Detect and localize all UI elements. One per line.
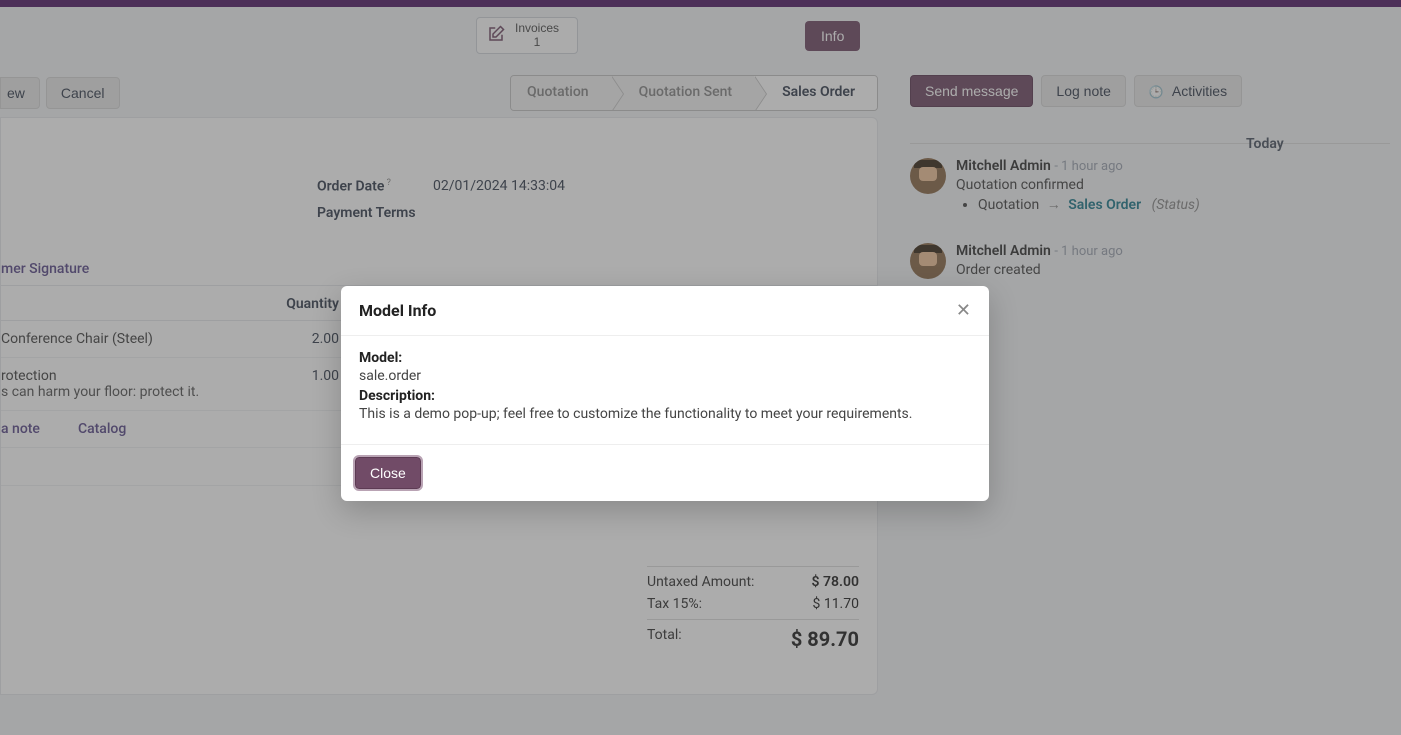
model-label: Model:: [359, 350, 971, 366]
modal-close-button[interactable]: Close: [355, 457, 421, 489]
model-info-modal: Model Info ✕ Model: sale.order Descripti…: [341, 286, 989, 501]
close-icon[interactable]: ✕: [956, 300, 971, 321]
desc-value: This is a demo pop-up; feel free to cust…: [359, 406, 971, 422]
model-value: sale.order: [359, 368, 971, 384]
top-brand-bar: [0, 0, 1401, 7]
modal-title: Model Info: [359, 301, 436, 320]
desc-label: Description:: [359, 388, 971, 404]
